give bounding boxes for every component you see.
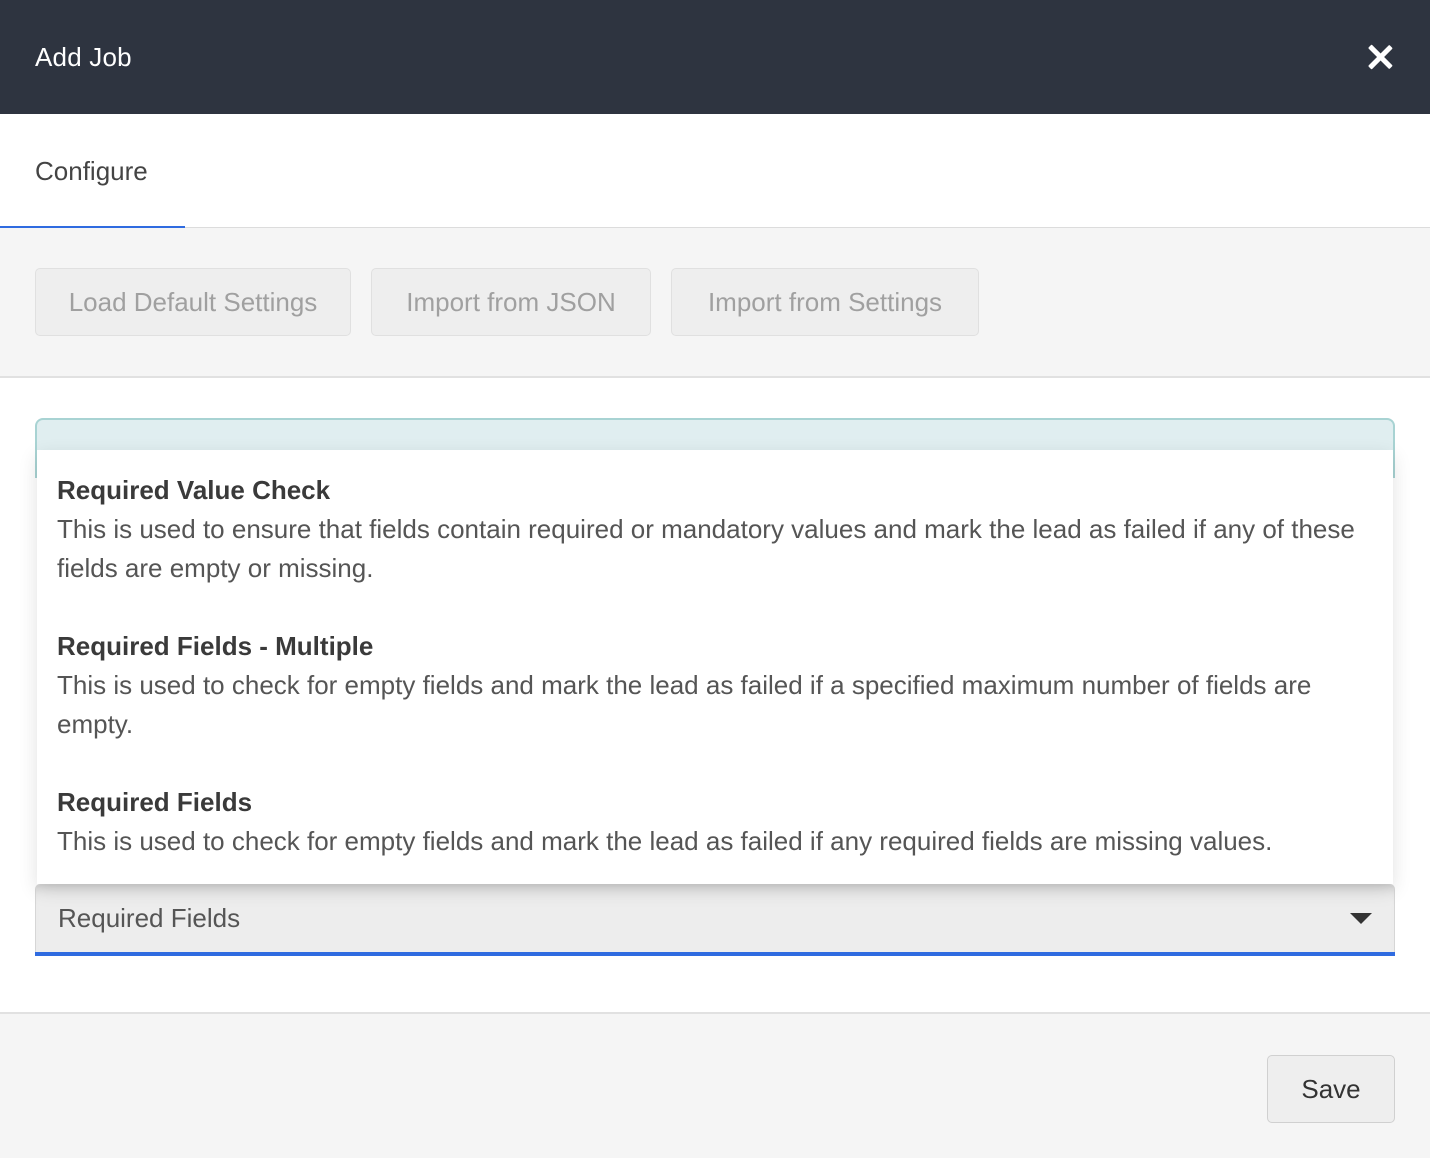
tab-configure[interactable]: Configure — [0, 114, 185, 230]
option-description: This is used to check for empty fields a… — [57, 670, 1312, 739]
select-focus-underline — [35, 952, 1395, 956]
option-title: Required Value Check — [57, 475, 331, 505]
option-description: This is used to ensure that fields conta… — [57, 514, 1355, 583]
option-description: This is used to check for empty fields a… — [57, 826, 1273, 856]
selected-value: Required Fields — [58, 903, 241, 933]
settings-toolbar: Load Default Settings Import from JSON I… — [0, 228, 1430, 378]
modal-header: Add Job — [0, 0, 1430, 114]
save-button[interactable]: Save — [1267, 1055, 1395, 1123]
option-title: Required Fields — [57, 787, 253, 817]
tab-configure-label: Configure — [35, 155, 148, 186]
import-from-settings-button[interactable]: Import from Settings — [671, 268, 979, 336]
close-icon[interactable] — [1363, 40, 1397, 74]
import-from-json-button[interactable]: Import from JSON — [371, 268, 651, 336]
option-title: Required Fields - Multiple — [57, 631, 374, 661]
add-job-modal: Add Job Configure Load Default Settings … — [0, 0, 1430, 1158]
load-default-settings-button[interactable]: Load Default Settings — [35, 268, 351, 336]
dropdown-option-required-fields[interactable]: Required Fields This is used to check fo… — [57, 784, 1373, 861]
modal-footer: Save — [0, 1012, 1430, 1158]
tab-bar: Configure — [0, 114, 1430, 230]
job-type-select[interactable]: Required Fields — [35, 884, 1395, 952]
modal-title: Add Job — [35, 41, 132, 72]
chevron-down-icon — [1350, 913, 1372, 924]
dropdown-option-required-value-check[interactable]: Required Value Check This is used to ens… — [57, 472, 1373, 588]
dropdown-option-required-fields-multiple[interactable]: Required Fields - Multiple This is used … — [57, 628, 1373, 744]
job-type-dropdown-menu: Required Value Check This is used to ens… — [37, 450, 1393, 884]
